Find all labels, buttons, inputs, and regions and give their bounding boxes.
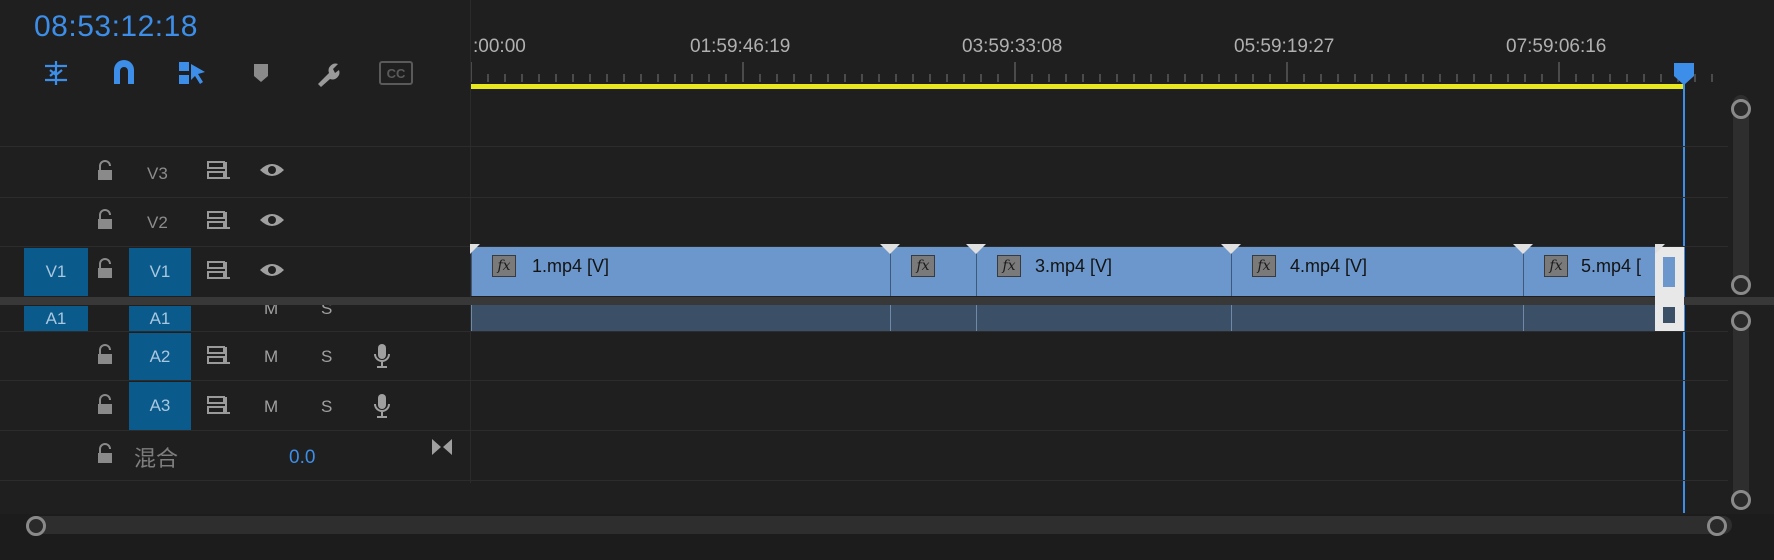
audio-clip[interactable]: [1231, 305, 1523, 331]
track-name-v3[interactable]: V3: [147, 164, 168, 184]
fx-badge[interactable]: fx: [1252, 255, 1276, 277]
captions-label: CC: [379, 61, 413, 85]
audio-clip[interactable]: [1523, 305, 1655, 331]
track-name-v2[interactable]: V2: [147, 213, 168, 233]
time-ruler[interactable]: [470, 60, 1730, 86]
track-name-a2[interactable]: A2: [129, 333, 191, 380]
add-marker-icon[interactable]: [243, 55, 279, 91]
solo-button[interactable]: S: [321, 347, 332, 367]
eye-icon[interactable]: [258, 211, 286, 229]
scroll-handle-top[interactable]: [1731, 99, 1751, 119]
clip-name: 5.mp4 [: [1581, 256, 1642, 276]
audio-clip[interactable]: [890, 305, 976, 331]
playhead-handle[interactable]: [1673, 62, 1695, 85]
nest-icon[interactable]: [38, 55, 74, 91]
scroll-handle-bottom[interactable]: [1731, 490, 1751, 510]
ruler-label: 01:59:46:19: [690, 36, 791, 57]
playhead-timecode[interactable]: 08:53:12:18: [34, 10, 198, 44]
fx-badge[interactable]: fx: [911, 255, 935, 277]
mute-button[interactable]: M: [264, 347, 278, 367]
clip-end-edge[interactable]: [1655, 247, 1684, 331]
ruler-label: 07:59:06:16: [1506, 36, 1607, 57]
audio-vertical-scrollbar[interactable]: [1733, 310, 1749, 504]
scroll-handle-bottom[interactable]: [1731, 275, 1751, 295]
track-name-a1[interactable]: A1: [129, 306, 191, 331]
scroll-handle-top[interactable]: [1731, 311, 1751, 331]
track-separator: [0, 430, 1728, 431]
captions-icon[interactable]: CC: [378, 55, 414, 91]
sync-lock-icon[interactable]: [206, 345, 232, 365]
solo-button[interactable]: S: [321, 397, 332, 417]
audio-clip[interactable]: [976, 305, 1231, 331]
microphone-icon[interactable]: [372, 342, 392, 370]
lock-icon[interactable]: [96, 344, 114, 366]
ruler-label: 03:59:33:08: [962, 36, 1063, 57]
ruler-label: :00:00: [473, 36, 526, 57]
horizontal-zoom-scrollbar[interactable]: [26, 516, 1732, 534]
mute-button[interactable]: M: [264, 397, 278, 417]
video-vertical-scrollbar[interactable]: [1733, 95, 1749, 295]
snap-magnet-icon[interactable]: [106, 55, 142, 91]
go-to-in-out-icon[interactable]: [430, 437, 454, 457]
track-separator: [0, 331, 1728, 332]
mix-track-label: 混合: [134, 446, 179, 471]
linked-selection-icon[interactable]: [174, 55, 210, 91]
clip-name: 4.mp4 [V]: [1290, 256, 1368, 276]
fx-badge[interactable]: fx: [1544, 255, 1568, 277]
work-area-bar[interactable]: [471, 84, 1684, 89]
lock-icon[interactable]: [96, 258, 114, 280]
track-header-divider: [470, 0, 471, 483]
zoom-handle-left[interactable]: [26, 516, 46, 536]
eye-icon[interactable]: [258, 261, 286, 279]
sync-lock-icon[interactable]: [206, 210, 232, 230]
wrench-icon[interactable]: [310, 55, 346, 91]
lock-icon[interactable]: [96, 209, 114, 231]
source-patch-a1[interactable]: A1: [24, 306, 88, 331]
clip-name: 3.mp4 [V]: [1035, 256, 1113, 276]
clip-name: 1.mp4 [V]: [532, 256, 610, 276]
lock-icon[interactable]: [96, 443, 114, 465]
track-separator: [0, 146, 1728, 147]
track-separator: [0, 197, 1728, 198]
audio-clip[interactable]: [471, 305, 890, 331]
track-separator: [0, 480, 1728, 481]
track-name-v1[interactable]: V1: [129, 248, 191, 296]
ruler-label: 05:59:19:27: [1234, 36, 1335, 57]
fx-badge[interactable]: fx: [492, 255, 516, 277]
lock-icon[interactable]: [96, 394, 114, 416]
edit-point-markers: [470, 244, 1665, 254]
track-separator: [0, 380, 1728, 381]
source-patch-v1[interactable]: V1: [24, 248, 88, 296]
mix-volume-value[interactable]: 0.0: [289, 447, 315, 469]
sync-lock-icon[interactable]: [206, 160, 232, 180]
eye-icon[interactable]: [258, 161, 286, 179]
microphone-icon[interactable]: [372, 392, 392, 420]
sync-lock-icon[interactable]: [206, 260, 232, 280]
fx-badge[interactable]: fx: [997, 255, 1021, 277]
sync-lock-icon[interactable]: [206, 395, 232, 415]
track-name-a3[interactable]: A3: [129, 382, 191, 430]
zoom-handle-right[interactable]: [1707, 516, 1727, 536]
lock-icon[interactable]: [96, 160, 114, 182]
video-audio-divider[interactable]: [0, 297, 1774, 305]
